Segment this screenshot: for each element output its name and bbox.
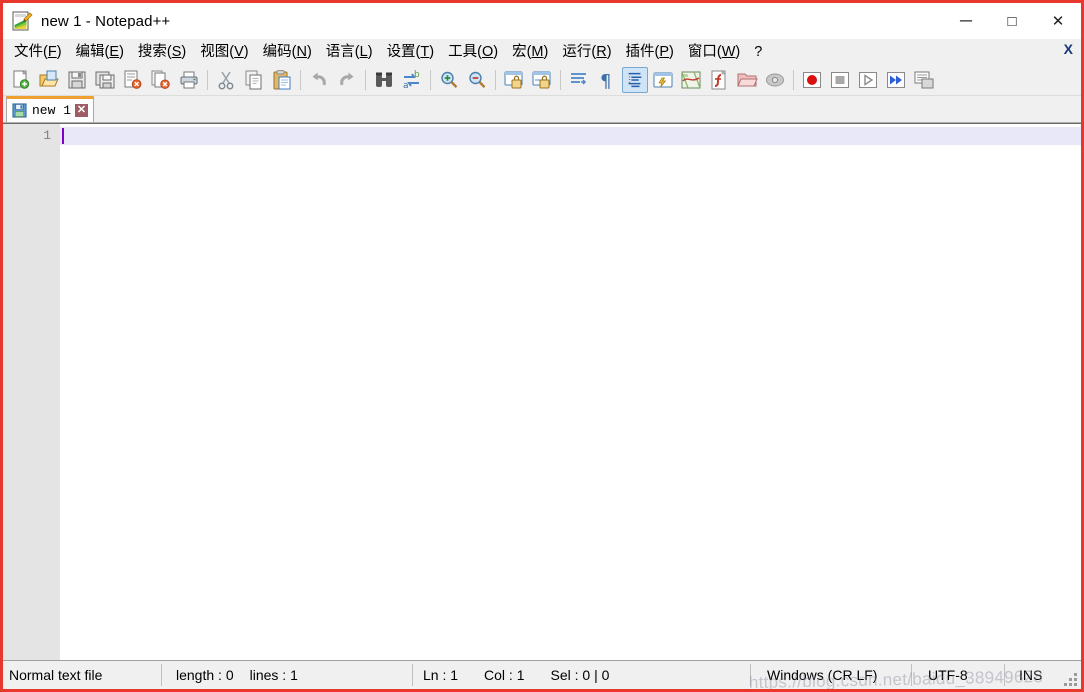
menu-language[interactable]: 语言(L) — [319, 40, 380, 64]
save-floppy-icon — [12, 103, 27, 118]
tab-bar: new 1 ✕ — [3, 96, 1081, 123]
line-number-gutter: 1 — [3, 124, 60, 660]
show-all-characters-icon[interactable]: ¶ — [594, 67, 620, 93]
notepad-plus-plus-window: new 1 - Notepad++ ─ □ ✕ 文件(F) 编辑(E) 搜索(S) 视… — [0, 0, 1084, 692]
menu-window[interactable]: 窗口(W) — [681, 40, 747, 64]
svg-text:b: b — [414, 70, 420, 80]
folder-workspace-icon[interactable] — [734, 67, 760, 93]
find-icon[interactable] — [371, 67, 397, 93]
minimize-button[interactable]: ─ — [943, 3, 989, 39]
document-map-icon[interactable] — [678, 67, 704, 93]
menu-search[interactable]: 搜索(S) — [131, 40, 193, 64]
save-icon[interactable] — [64, 67, 90, 93]
paste-icon[interactable] — [269, 67, 295, 93]
menu-tools[interactable]: 工具(O) — [441, 40, 505, 64]
close-window-button[interactable]: ✕ — [1035, 3, 1081, 39]
tab-label: new 1 — [32, 103, 72, 118]
status-ln: Ln : 1 — [423, 667, 459, 683]
menu-macro[interactable]: 宏(M) — [505, 40, 555, 64]
separator-4 — [430, 69, 431, 90]
window-title: new 1 - Notepad++ — [41, 12, 171, 30]
status-document-type: Normal text file — [9, 667, 103, 683]
resize-grip[interactable] — [1064, 673, 1078, 687]
macro-run-multiple-icon[interactable] — [883, 67, 909, 93]
zoom-out-icon[interactable] — [464, 67, 490, 93]
ui-display-icon[interactable] — [650, 67, 676, 93]
window-controls: ─ □ ✕ — [943, 3, 1081, 39]
tab-0[interactable]: new 1 ✕ — [6, 96, 94, 122]
status-sel: Sel : 0 | 0 — [550, 667, 610, 683]
status-lines: lines : 1 — [249, 667, 298, 683]
menu-file[interactable]: 文件(F) — [7, 40, 69, 64]
svg-text:a: a — [403, 81, 409, 91]
menu-edit[interactable]: 编辑(E) — [69, 40, 131, 64]
close-document-button[interactable]: X — [1064, 41, 1073, 57]
maximize-button[interactable]: □ — [989, 3, 1035, 39]
menu-plugins[interactable]: 插件(P) — [619, 40, 681, 64]
status-bar: Normal text file length : 0 lines : 1 Ln… — [3, 660, 1081, 689]
separator-6 — [560, 69, 561, 90]
current-line-highlight — [60, 127, 1081, 145]
word-wrap-icon[interactable] — [566, 67, 592, 93]
replace-icon[interactable]: ab — [399, 67, 425, 93]
separator-2 — [300, 69, 301, 90]
monitoring-icon[interactable] — [762, 67, 788, 93]
separator-7 — [793, 69, 794, 90]
menu-bar: 文件(F) 编辑(E) 搜索(S) 视图(V) 编码(N) 语言(L) 设置(T) 工具(O)… — [3, 39, 1081, 64]
indent-guide-icon[interactable] — [622, 66, 648, 93]
copy-icon[interactable] — [241, 67, 267, 93]
menu-help[interactable]: ? — [747, 40, 769, 64]
text-caret — [62, 128, 64, 144]
sync-horizontal-scroll-icon[interactable] — [529, 67, 555, 93]
menu-run[interactable]: 运行(R) — [555, 40, 618, 64]
macro-stop-icon[interactable] — [827, 67, 853, 93]
cut-icon[interactable] — [213, 67, 239, 93]
notepad-plus-plus-icon — [11, 10, 33, 32]
redo-icon[interactable] — [334, 67, 360, 93]
save-all-icon[interactable] — [92, 67, 118, 93]
tab-close-button[interactable]: ✕ — [75, 104, 89, 117]
separator-5 — [495, 69, 496, 90]
menu-settings[interactable]: 设置(T) — [380, 40, 442, 64]
menu-encoding[interactable]: 编码(N) — [256, 40, 319, 64]
new-file-icon[interactable] — [8, 67, 34, 93]
function-list-icon[interactable] — [706, 67, 732, 93]
status-length-lines: length : 0 lines : 1 — [162, 661, 412, 690]
sync-vertical-scroll-icon[interactable] — [501, 67, 527, 93]
editor-area[interactable]: 1 — [3, 123, 1081, 660]
menu-view[interactable]: 视图(V) — [193, 40, 255, 64]
zoom-in-icon[interactable] — [436, 67, 462, 93]
status-encoding[interactable]: UTF-8 — [912, 661, 1004, 690]
separator-1 — [207, 69, 208, 90]
close-file-icon[interactable] — [120, 67, 146, 93]
title-bar: new 1 - Notepad++ ─ □ ✕ — [3, 3, 1081, 39]
toolbar: ab ¶ — [3, 64, 1081, 96]
status-length: length : 0 — [176, 667, 234, 683]
status-eol-format[interactable]: Windows (CR LF) — [751, 661, 911, 690]
undo-icon[interactable] — [306, 67, 332, 93]
macro-play-icon[interactable] — [855, 67, 881, 93]
macro-save-icon[interactable] — [911, 67, 937, 93]
svg-text:¶: ¶ — [600, 71, 611, 91]
open-file-icon[interactable] — [36, 67, 62, 93]
line-number: 1 — [43, 128, 51, 143]
close-all-files-icon[interactable] — [148, 67, 174, 93]
text-editor[interactable] — [60, 124, 1081, 660]
status-col: Col : 1 — [484, 667, 525, 683]
separator-3 — [365, 69, 366, 90]
print-icon[interactable] — [176, 67, 202, 93]
macro-record-icon[interactable] — [799, 67, 825, 93]
